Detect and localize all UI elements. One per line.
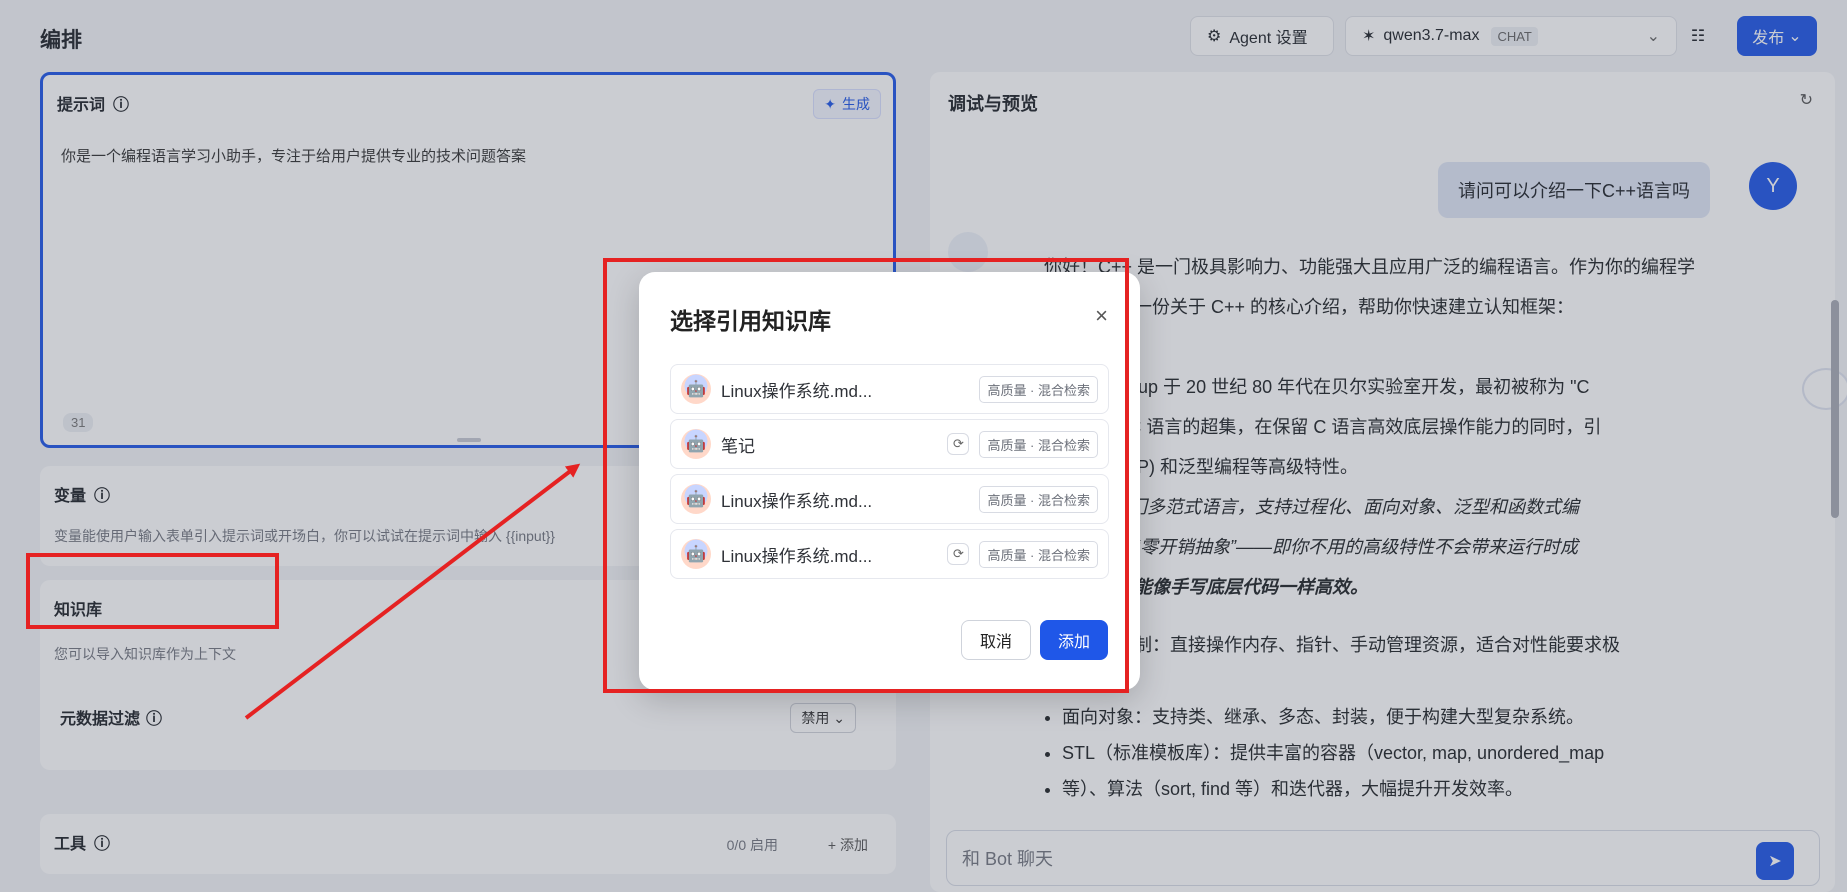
red-highlight-knowledge xyxy=(26,553,279,629)
red-highlight-modal xyxy=(603,258,1129,693)
